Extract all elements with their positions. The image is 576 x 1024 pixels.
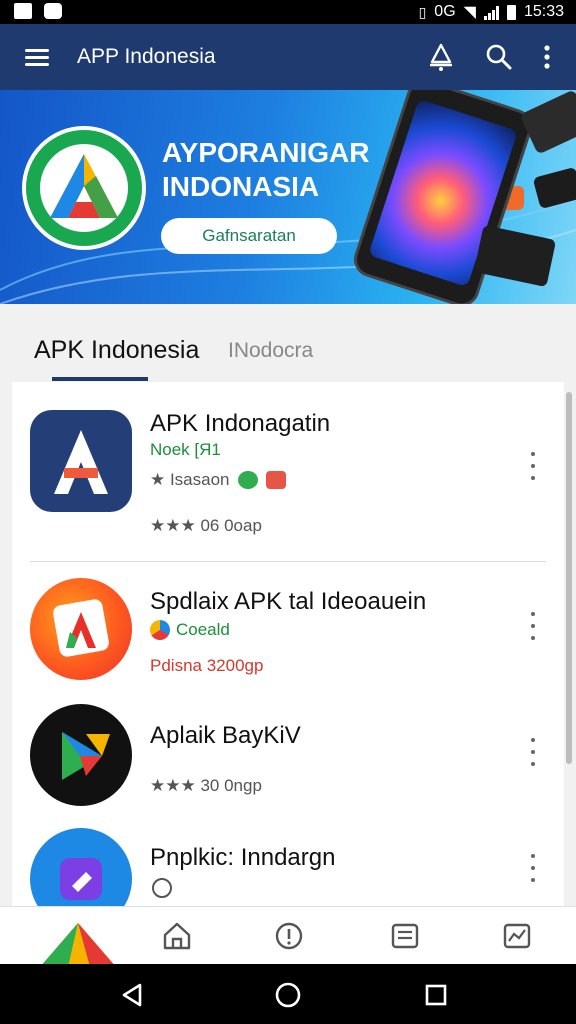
app-list-item[interactable]: Spdlaix APK tal Ideoauein Coeald Pdisna …: [12, 562, 564, 692]
clock: 15:33: [523, 3, 564, 20]
developer-logo-icon: [150, 620, 170, 640]
menu-icon[interactable]: [22, 42, 52, 72]
recents-icon[interactable]: [422, 981, 450, 1009]
more-vertical-icon[interactable]: [524, 734, 542, 770]
notification-icon[interactable]: [424, 40, 458, 74]
app-developer: Noek [Я1: [150, 440, 221, 459]
battery-icon: [506, 4, 516, 20]
home-button-icon[interactable]: [274, 981, 302, 1009]
inbox-icon[interactable]: [388, 919, 422, 953]
app-list-item[interactable]: APK Indonagatin Noek [Я1 ★ Isasaon ★★★ 0…: [12, 382, 564, 562]
network-label: 0G: [434, 3, 456, 20]
bottom-navigation: [0, 906, 576, 967]
info-icon[interactable]: [272, 919, 306, 953]
scrollbar[interactable]: [566, 392, 572, 764]
banner-cta-button[interactable]: Gafnsaratan: [161, 218, 337, 254]
app-title: APP Indonesia: [77, 45, 216, 68]
tab-bar: APK Indonesia INodocra: [0, 304, 576, 382]
orange-a-logo-icon: [30, 578, 132, 680]
back-icon[interactable]: [118, 981, 146, 1009]
apk-indonesia-logo: [22, 126, 146, 250]
app-list: APK Indonagatin Noek [Я1 ★ Isasaon ★★★ 0…: [12, 382, 564, 906]
app-meta: ★ Isasaon: [150, 470, 286, 490]
developer-logo-icon: [152, 878, 172, 898]
promo-banner[interactable]: AYPORANIGAR INDONASIA Gafnsaratan: [0, 90, 576, 304]
brand-logo-icon: [40, 923, 116, 967]
app-list-item[interactable]: Aplaik BayKiV ★★★ 30 0ngp: [12, 692, 564, 816]
more-vertical-icon[interactable]: [524, 608, 542, 644]
app-rating: ★★★ 30 0ngp: [150, 776, 262, 795]
app-meta: Pdisna 3200gp: [150, 656, 264, 675]
app-rating: ★★★ 06 0oap: [150, 516, 262, 535]
chat-badge-icon: [237, 471, 258, 489]
stats-icon[interactable]: [500, 919, 534, 953]
play-logo-icon: [30, 704, 132, 806]
tab-indonesia[interactable]: INodocra: [228, 339, 313, 363]
messenger-notification-icon: [44, 3, 62, 19]
status-bar: ▯ 0G ◥ 15:33: [0, 0, 576, 24]
banner-headline: AYPORANIGAR INDONASIA: [162, 137, 370, 202]
more-vertical-icon[interactable]: [530, 40, 564, 74]
more-vertical-icon[interactable]: [524, 850, 542, 886]
system-navigation-bar: [0, 964, 576, 1024]
more-vertical-icon[interactable]: [524, 448, 542, 484]
apk-a-logo-icon: [30, 410, 132, 512]
lock-badge-icon: [265, 471, 286, 489]
app-name: Pnplkic: Inndargn: [150, 844, 336, 871]
app-name: APK Indonagatin: [150, 410, 331, 437]
tab-apk-indonesia[interactable]: APK Indonesia: [34, 336, 199, 365]
blue-app-logo-icon: [30, 828, 132, 906]
app-list-item[interactable]: Pnplkic: Inndargn: [12, 816, 564, 906]
app-developer: Coeald: [150, 620, 230, 640]
home-icon[interactable]: [160, 919, 194, 953]
app-bar: APP Indonesia: [0, 24, 576, 90]
app-name: Spdlaix APK tal Ideoauein: [150, 588, 427, 615]
vibrate-icon: ▯: [418, 3, 427, 20]
signal-icon: [483, 4, 499, 20]
wifi-icon: ◥: [463, 4, 476, 21]
active-tab-indicator: [52, 377, 148, 381]
search-icon[interactable]: [482, 40, 516, 74]
image-notification-icon: [14, 3, 32, 19]
app-name: Aplaik BayKiV: [150, 722, 301, 749]
